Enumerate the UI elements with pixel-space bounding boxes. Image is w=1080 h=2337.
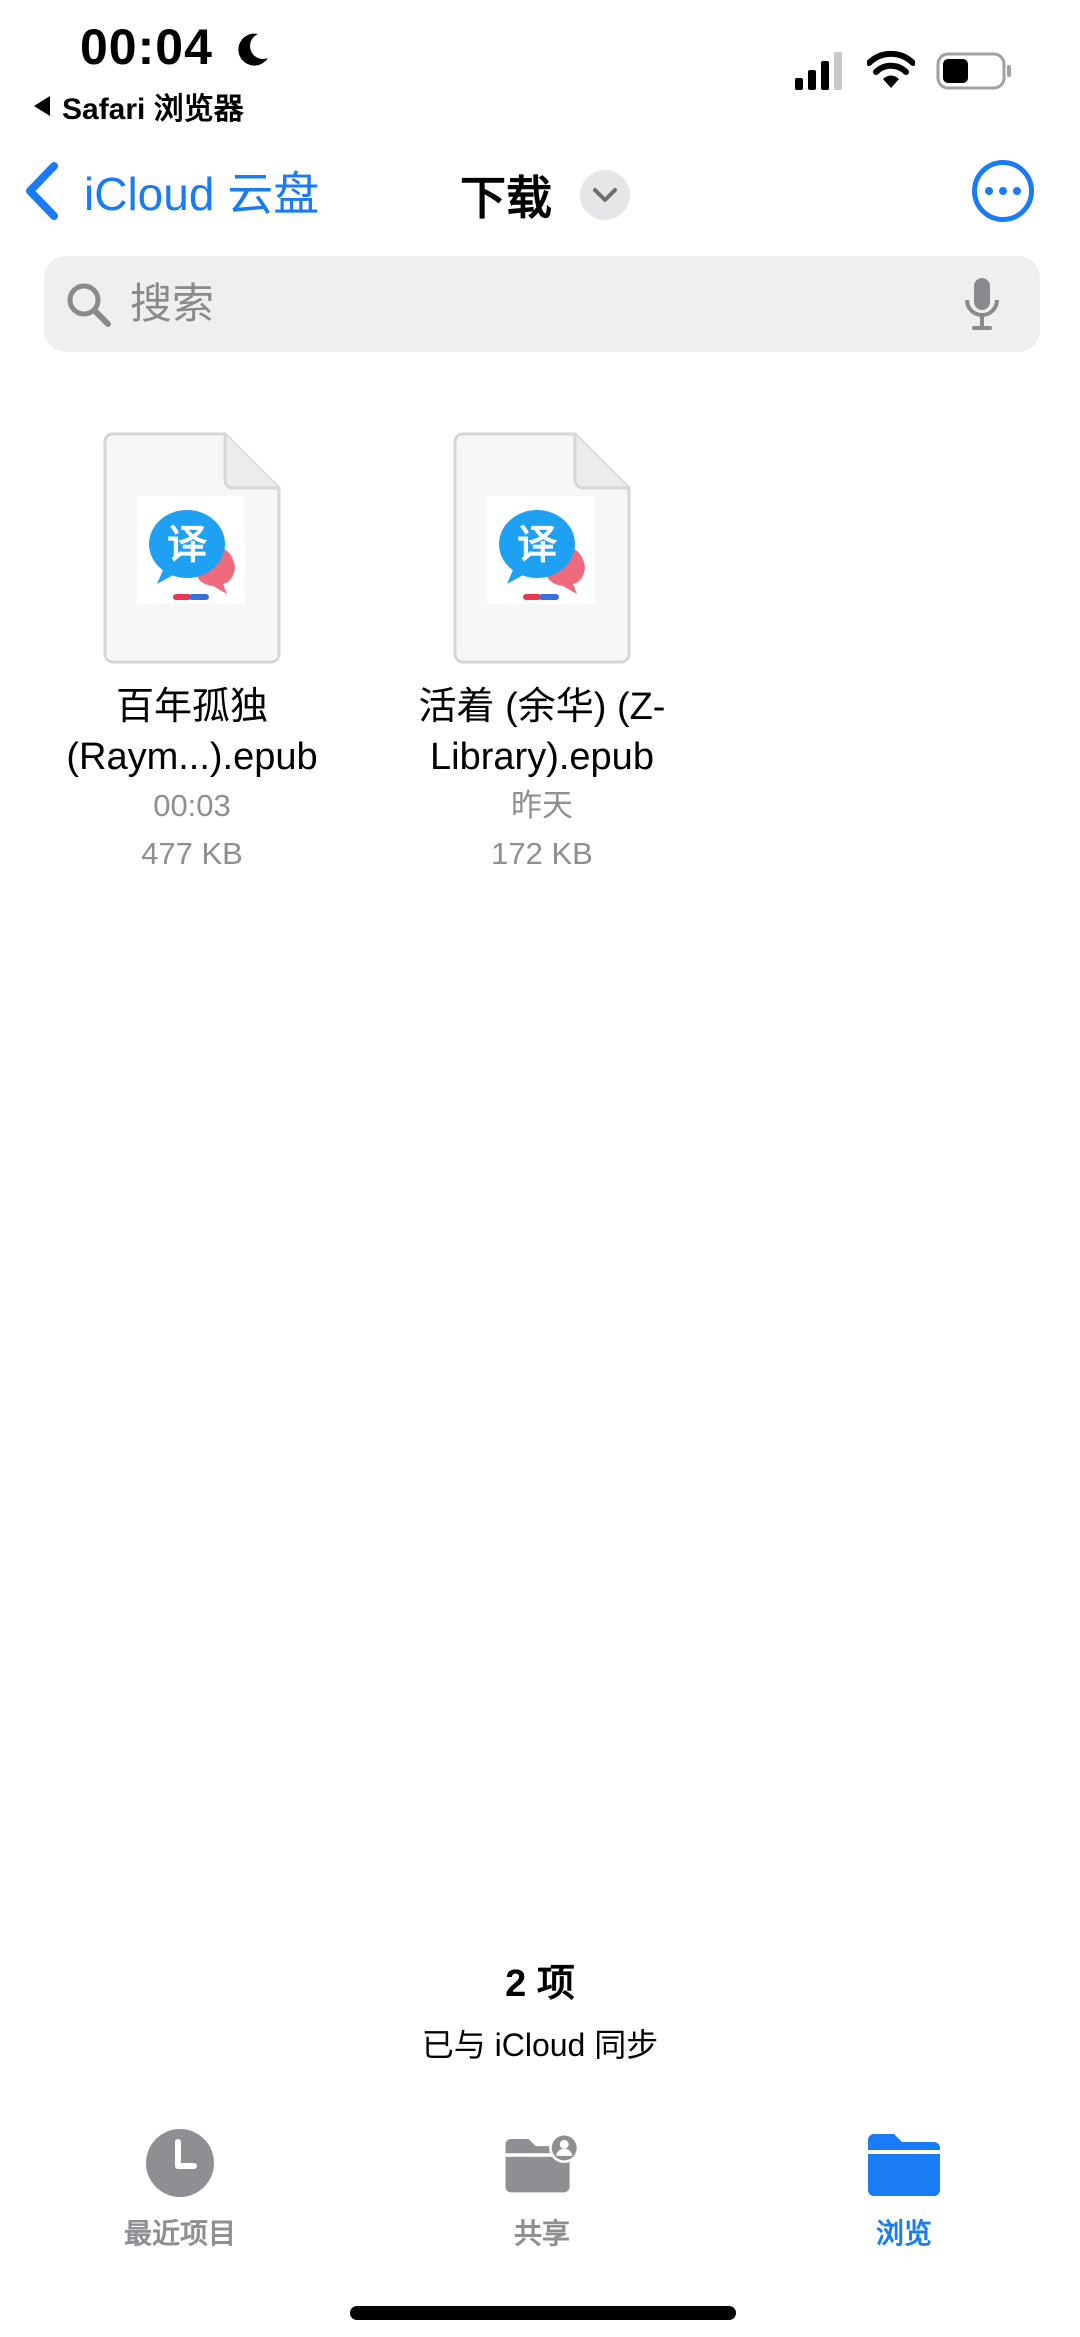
search-icon <box>67 283 111 327</box>
file-size: 172 KB <box>491 836 593 871</box>
sync-status: 已与 iCloud 同步 <box>421 2027 659 2063</box>
tab-label: 最近项目 <box>123 2218 236 2249</box>
file-item[interactable]: 译 百年孤独 (Raym...).epub 00:03 477 KB <box>42 432 342 878</box>
tab-browse[interactable]: 浏览 <box>794 2128 1014 2252</box>
file-name-line: 百年孤独 <box>115 686 268 728</box>
file-size: 477 KB <box>141 836 243 871</box>
status-time: 00:04 <box>80 19 213 75</box>
svg-text:译: 译 <box>517 522 558 568</box>
page-title: 下载 <box>460 172 552 224</box>
chevron-down-icon <box>580 170 630 220</box>
tab-shared[interactable]: 共享 <box>432 2128 652 2252</box>
document-thumbnail: 译 <box>103 432 281 664</box>
file-date: 昨天 <box>511 788 573 823</box>
folder-title-menu[interactable]: 下载 <box>460 162 630 228</box>
moon-icon <box>238 33 268 66</box>
chevron-left-icon <box>26 162 58 220</box>
translate-app-icon: 译 <box>137 496 245 604</box>
search-input[interactable] <box>128 279 912 329</box>
back-to-app-link[interactable]: Safari 浏览器 <box>34 84 244 128</box>
file-name-line: 活着 (余华) (Z- <box>418 686 666 728</box>
file-item[interactable]: 译 活着 (余华) (Z- Library).epub 昨天 172 KB <box>392 432 692 878</box>
back-label: iCloud 云盘 <box>84 168 320 220</box>
tab-label: 浏览 <box>875 2218 932 2249</box>
back-to-icloud-button[interactable]: iCloud 云盘 <box>22 158 319 224</box>
translate-app-icon: 译 <box>487 496 595 604</box>
back-app-label: Safari 浏览器 <box>62 93 244 126</box>
cellular-signal-icon <box>795 52 842 90</box>
file-name-line: (Raym...).epub <box>66 736 318 778</box>
more-options-button[interactable] <box>972 160 1034 222</box>
home-indicator <box>350 2306 736 2320</box>
back-triangle-icon <box>34 96 50 116</box>
shared-folder-icon <box>505 2132 580 2193</box>
microphone-icon[interactable] <box>962 276 1002 332</box>
more-dot <box>985 187 993 195</box>
tab-recents[interactable]: 最近项目 <box>70 2128 290 2252</box>
item-count: 2 项 <box>505 1963 575 2005</box>
tab-label: 共享 <box>513 2218 570 2249</box>
battery-icon <box>936 52 1011 90</box>
file-date: 00:03 <box>153 788 231 823</box>
more-dot <box>999 187 1007 195</box>
search-bar <box>44 256 1040 352</box>
more-dot <box>1013 187 1021 195</box>
clock-icon <box>146 2129 214 2197</box>
folder-icon <box>868 2134 940 2196</box>
svg-text:译: 译 <box>167 522 208 568</box>
file-name-line: Library).epub <box>430 736 654 778</box>
wifi-icon <box>867 50 915 88</box>
document-thumbnail: 译 <box>453 432 631 664</box>
